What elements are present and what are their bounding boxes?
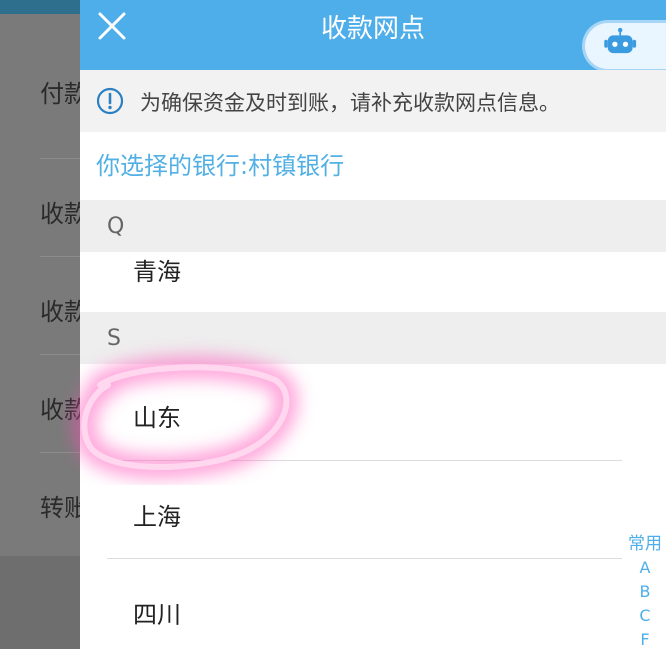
underlying-item-receive-2: 收款 — [40, 298, 80, 326]
alphabet-index-bar[interactable]: 常用 A B C F — [624, 532, 666, 652]
underlying-divider — [40, 452, 80, 453]
list-item[interactable]: 山东 — [80, 364, 666, 461]
underlying-divider — [40, 256, 80, 257]
notice-bar: 为确保资金及时到账，请补充收款网点信息。 — [80, 70, 666, 132]
province-label: 山东 — [133, 404, 181, 432]
branch-picker-panel: 收款网点 为确保资金及时到账，请补充收款网点信息。 你选择的银行:村镇银行 Q … — [80, 0, 666, 649]
province-label: 青海 — [133, 258, 181, 286]
underlying-divider — [40, 158, 80, 159]
index-item-c[interactable]: C — [624, 604, 666, 628]
underlying-bottom-area — [0, 556, 80, 649]
robot-assistant-icon — [604, 27, 637, 54]
underlying-item-pay: 付款 — [40, 80, 80, 108]
index-item-b[interactable]: B — [624, 580, 666, 604]
list-item[interactable]: 上海 — [80, 461, 666, 559]
index-item-common[interactable]: 常用 — [624, 532, 666, 556]
section-header-s: S — [80, 312, 666, 364]
section-header-q: Q — [80, 200, 666, 252]
section-letter: Q — [107, 214, 125, 239]
underlying-item-transfer: 转账 — [40, 494, 80, 522]
underlying-status-strip — [0, 0, 80, 14]
province-label: 四川 — [133, 601, 181, 629]
panel-header: 收款网点 — [80, 0, 666, 72]
index-item-f[interactable]: F — [624, 628, 666, 652]
notice-text: 为确保资金及时到账，请补充收款网点信息。 — [140, 91, 560, 115]
page-title: 收款网点 — [320, 14, 425, 44]
selected-bank-label: 你选择的银行:村镇银行 — [96, 152, 345, 180]
index-item-a[interactable]: A — [624, 556, 666, 580]
assistant-button[interactable] — [582, 20, 666, 72]
underlying-item-receive-1: 收款 — [40, 200, 80, 228]
section-letter: S — [107, 326, 121, 351]
underlying-page: 付款 收款 收款 收款 转账 — [0, 0, 80, 649]
list-item[interactable]: 青海 — [80, 252, 666, 312]
underlying-divider — [40, 354, 80, 355]
province-label: 上海 — [133, 503, 181, 531]
list-item[interactable]: 四川 — [80, 559, 666, 649]
underlying-item-receive-3: 收款 — [40, 396, 80, 424]
info-icon — [96, 87, 124, 115]
